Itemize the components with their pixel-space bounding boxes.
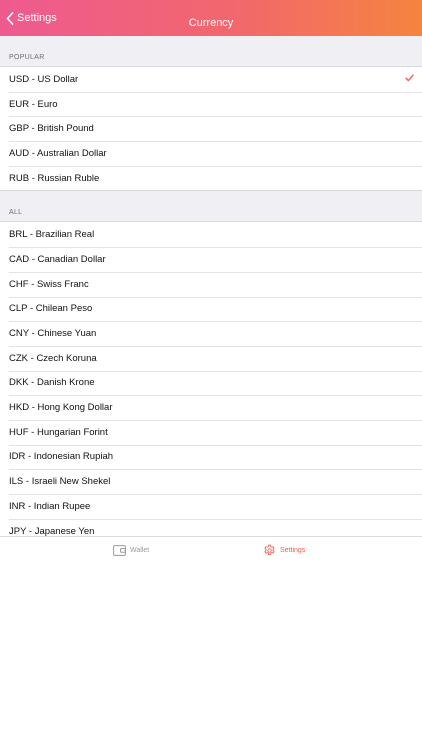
currency-row-hkd[interactable]: HKD - Hong Kong Dollar	[0, 395, 422, 420]
currency-row-brl[interactable]: BRL - Brazilian Real	[0, 222, 422, 248]
tab-wallet-label: Wallet	[130, 546, 150, 554]
currency-row-czk[interactable]: CZK - Czech Koruna	[0, 345, 422, 371]
currency-row-gbp[interactable]: GBP - British Pound	[0, 116, 422, 142]
page-title: Currency	[188, 17, 234, 29]
currency-row-idr[interactable]: IDR - Indonesian Rupiah	[0, 444, 422, 470]
currency-row-rub[interactable]: RUB - Russian Ruble	[0, 165, 422, 191]
currency-row-inr[interactable]: INR - Indian Rupee	[0, 494, 422, 519]
currency-label: CLP - Chilean Peso	[9, 303, 93, 315]
currency-label: AUD - Australian Dollar	[9, 147, 107, 159]
currency-row-jpy[interactable]: JPY - Japanese Yen	[0, 518, 422, 536]
currency-label: BRL - Brazilian Real	[9, 229, 95, 241]
currency-label: USD - US Dollar	[9, 73, 79, 85]
currency-row-chf[interactable]: CHF - Swiss Franc	[0, 271, 422, 297]
section-header-all: ALL	[9, 209, 23, 217]
tab-settings-label: Settings	[280, 546, 306, 554]
currency-row-ils[interactable]: ILS - Israeli New Shekel	[0, 469, 422, 494]
currency-row-eur[interactable]: EUR - Euro	[0, 91, 422, 117]
currency-label: HUF - Hungarian Forint	[9, 426, 108, 438]
currency-label: INR - Indian Rupee	[9, 500, 91, 512]
popular-currency-group: USD - US Dollar EUR - Euro GBP - British…	[0, 66, 422, 192]
tab-bar: Wallet Settings	[0, 536, 422, 563]
navigation-bar: Settings Currency	[0, 0, 422, 36]
wallet-icon	[113, 544, 126, 556]
tab-wallet[interactable]: Wallet	[113, 537, 149, 563]
section-header-popular: POPULAR	[9, 54, 45, 61]
currency-label: HKD - Hong Kong Dollar	[9, 402, 113, 414]
currency-label: CZK - Czech Koruna	[9, 352, 97, 364]
checkmark-icon	[405, 74, 414, 82]
currency-row-dkk[interactable]: DKK - Danish Krone	[0, 370, 422, 396]
currency-list[interactable]: POPULAR USD - US Dollar EUR - Euro GBP -…	[0, 36, 422, 536]
currency-label: CHF - Swiss Franc	[9, 278, 89, 290]
currency-label: DKK - Danish Krone	[9, 377, 95, 389]
currency-label: CNY - Chinese Yuan	[9, 328, 97, 340]
currency-row-usd[interactable]: USD - US Dollar	[0, 67, 422, 92]
currency-label: GBP - British Pound	[9, 123, 94, 135]
currency-label: JPY - Japanese Yen	[9, 525, 95, 536]
currency-row-clp[interactable]: CLP - Chilean Peso	[0, 296, 422, 322]
tab-settings[interactable]: Settings	[263, 537, 305, 563]
currency-row-cny[interactable]: CNY - Chinese Yuan	[0, 321, 422, 346]
all-currency-group: BRL - Brazilian Real CAD - Canadian Doll…	[0, 221, 422, 536]
currency-row-cad[interactable]: CAD - Canadian Dollar	[0, 247, 422, 272]
currency-row-huf[interactable]: HUF - Hungarian Forint	[0, 419, 422, 445]
currency-label: ILS - Israeli New Shekel	[9, 476, 111, 488]
currency-row-aud[interactable]: AUD - Australian Dollar	[0, 141, 422, 166]
currency-label: RUB - Russian Ruble	[9, 172, 100, 184]
currency-label: EUR - Euro	[9, 98, 58, 110]
gear-icon	[264, 544, 275, 555]
currency-label: IDR - Indonesian Rupiah	[9, 451, 114, 463]
currency-label: CAD - Canadian Dollar	[9, 253, 106, 265]
